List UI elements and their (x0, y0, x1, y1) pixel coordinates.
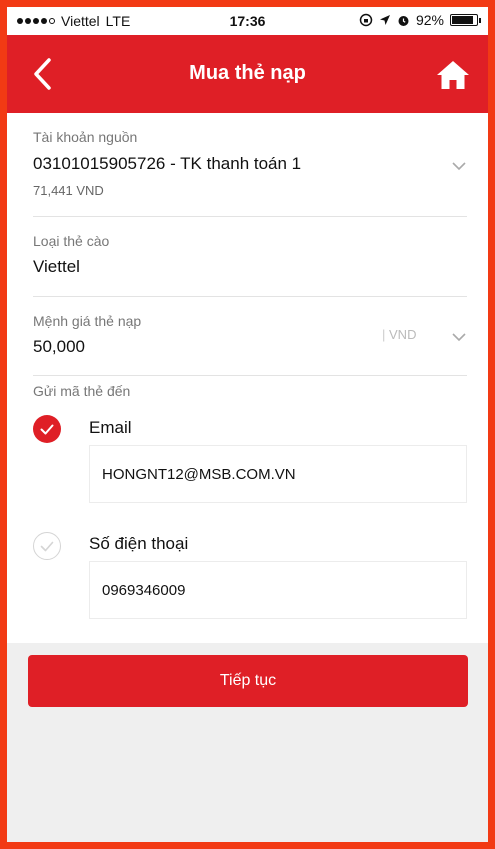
divider (33, 296, 467, 297)
card-type-section[interactable]: Loại thẻ cào Viettel (33, 233, 467, 277)
source-account-label: Tài khoản nguồn (33, 129, 138, 145)
home-icon (437, 61, 469, 89)
currency-label: VND (389, 327, 417, 342)
status-bar: Viettel LTE 17:36 92% (7, 7, 488, 35)
battery-icon (450, 14, 481, 26)
check-icon (40, 424, 54, 434)
chevron-down-icon[interactable] (452, 161, 466, 171)
card-type-value: Viettel (33, 257, 80, 276)
source-account-value: 03101015905726 - TK thanh toán 1 (33, 154, 302, 173)
phone-checkbox[interactable] (33, 532, 61, 560)
source-account-section[interactable]: Tài khoản nguồn 03101015905726 - TK than… (33, 129, 467, 198)
phone-field[interactable]: 0969346009 (89, 561, 467, 619)
status-right: 92% (359, 12, 481, 28)
battery-level (452, 16, 473, 24)
send-to-section: Gửi mã thẻ đến (33, 383, 467, 399)
home-button[interactable] (436, 59, 470, 91)
email-option[interactable] (33, 415, 61, 443)
continue-button[interactable]: Tiếp tục (28, 655, 468, 707)
app-header: Mua thẻ nạp (7, 35, 488, 113)
battery-percent: 92% (415, 12, 444, 28)
card-type-label: Loại thẻ cào (33, 233, 110, 249)
location-arrow-icon (379, 15, 390, 25)
email-checkbox[interactable] (33, 415, 61, 443)
form-panel: Tài khoản nguồn 03101015905726 - TK than… (7, 113, 488, 643)
phone-label: Số điện thoại (89, 534, 189, 553)
page-title: Mua thẻ nạp (189, 62, 306, 84)
send-to-label: Gửi mã thẻ đến (33, 383, 131, 399)
lock-rotation-icon (359, 13, 373, 27)
email-label: Email (89, 418, 132, 437)
alarm-icon (398, 15, 409, 26)
currency-unit: | VND (382, 327, 417, 342)
divider (33, 375, 467, 376)
phone-frame: Viettel LTE 17:36 92% Mua thẻ nạp Tài kh… (0, 0, 495, 849)
divider (33, 216, 467, 217)
phone-option[interactable] (33, 532, 61, 560)
check-icon (40, 541, 54, 551)
chevron-down-icon[interactable] (452, 332, 466, 342)
email-field[interactable]: HONGNT12@MSB.COM.VN (89, 445, 467, 503)
account-balance: 71,441 VND (33, 183, 104, 198)
